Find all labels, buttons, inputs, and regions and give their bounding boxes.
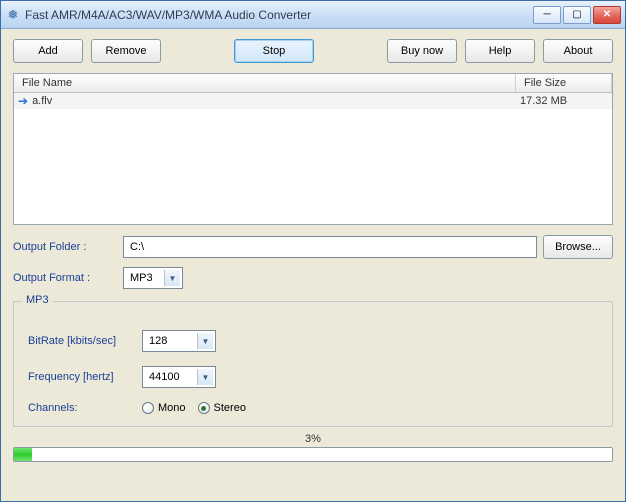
add-button[interactable]: Add xyxy=(13,39,83,63)
stop-button[interactable]: Stop xyxy=(234,39,314,63)
channels-row: Channels: Mono Stereo xyxy=(28,402,598,414)
output-format-value: MP3 xyxy=(130,272,153,284)
row-filename-cell: ➔ a.flv xyxy=(14,93,516,109)
mono-radio[interactable]: Mono xyxy=(142,402,186,414)
channels-radio-group: Mono Stereo xyxy=(142,402,246,414)
remove-button[interactable]: Remove xyxy=(91,39,161,63)
stereo-radio[interactable]: Stereo xyxy=(198,402,246,414)
arrow-right-icon: ➔ xyxy=(18,95,28,107)
radio-icon xyxy=(142,402,154,414)
output-format-select[interactable]: MP3 ▼ xyxy=(123,267,183,289)
output-format-row: Output Format : MP3 ▼ xyxy=(13,267,613,289)
window-title: Fast AMR/M4A/AC3/WAV/MP3/WMA Audio Conve… xyxy=(25,8,533,22)
buy-now-button[interactable]: Buy now xyxy=(387,39,457,63)
content-area: Add Remove Stop Buy now Help About File … xyxy=(1,29,625,501)
output-format-label: Output Format : xyxy=(13,272,117,284)
chevron-down-icon: ▼ xyxy=(197,333,213,349)
stereo-label: Stereo xyxy=(214,402,246,414)
file-list[interactable]: File Name File Size ➔ a.flv 17.32 MB xyxy=(13,73,613,225)
frequency-select[interactable]: 44100 ▼ xyxy=(142,366,216,388)
output-folder-input[interactable] xyxy=(123,236,537,258)
output-folder-label: Output Folder : xyxy=(13,241,117,253)
progress-area: 3% xyxy=(13,433,613,462)
column-filename[interactable]: File Name xyxy=(14,74,516,92)
column-filesize[interactable]: File Size xyxy=(516,74,612,92)
channels-label: Channels: xyxy=(28,402,134,414)
chevron-down-icon: ▼ xyxy=(197,369,213,385)
output-folder-row: Output Folder : Browse... xyxy=(13,235,613,259)
frequency-value: 44100 xyxy=(149,371,180,383)
bitrate-value: 128 xyxy=(149,335,167,347)
progress-text: 3% xyxy=(13,433,613,445)
close-button[interactable]: ✕ xyxy=(593,6,621,24)
format-settings-group: MP3 BitRate [kbits/sec] 128 ▼ Frequency … xyxy=(13,301,613,427)
frequency-row: Frequency [hertz] 44100 ▼ xyxy=(28,366,598,388)
app-window: ❅ Fast AMR/M4A/AC3/WAV/MP3/WMA Audio Con… xyxy=(0,0,626,502)
list-body: ➔ a.flv 17.32 MB xyxy=(14,93,612,224)
progress-bar xyxy=(13,447,613,462)
minimize-button[interactable]: ─ xyxy=(533,6,561,24)
row-filesize: 17.32 MB xyxy=(516,93,612,109)
browse-button[interactable]: Browse... xyxy=(543,235,613,259)
frequency-label: Frequency [hertz] xyxy=(28,371,134,383)
bitrate-select[interactable]: 128 ▼ xyxy=(142,330,216,352)
titlebar[interactable]: ❅ Fast AMR/M4A/AC3/WAV/MP3/WMA Audio Con… xyxy=(1,1,625,29)
progress-fill xyxy=(14,448,32,461)
list-header: File Name File Size xyxy=(14,74,612,93)
app-icon: ❅ xyxy=(5,7,21,23)
radio-icon xyxy=(198,402,210,414)
bitrate-row: BitRate [kbits/sec] 128 ▼ xyxy=(28,330,598,352)
window-controls: ─ ▢ ✕ xyxy=(533,6,621,24)
mono-label: Mono xyxy=(158,402,186,414)
group-legend: MP3 xyxy=(22,294,53,306)
help-button[interactable]: Help xyxy=(465,39,535,63)
chevron-down-icon: ▼ xyxy=(164,270,180,286)
bitrate-label: BitRate [kbits/sec] xyxy=(28,335,134,347)
toolbar: Add Remove Stop Buy now Help About xyxy=(13,39,613,63)
row-filename: a.flv xyxy=(32,95,52,107)
list-row[interactable]: ➔ a.flv 17.32 MB xyxy=(14,93,612,109)
maximize-button[interactable]: ▢ xyxy=(563,6,591,24)
about-button[interactable]: About xyxy=(543,39,613,63)
